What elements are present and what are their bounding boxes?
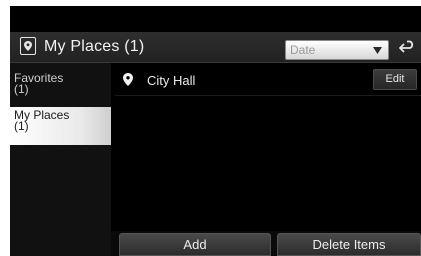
location-pin-icon xyxy=(123,73,133,86)
places-list: City Hall Edit xyxy=(115,63,421,256)
my-places-icon xyxy=(20,37,36,55)
title-bar: My Places (1) Date xyxy=(10,32,421,63)
category-sidebar: Favorites (1) My Places (1) xyxy=(10,63,111,256)
list-item[interactable]: City Hall Edit xyxy=(115,63,421,96)
back-icon[interactable] xyxy=(398,40,416,58)
page-title: My Places (1) xyxy=(44,38,145,55)
navigation-screen: My Places (1) Date Favorites (1) My Plac… xyxy=(10,6,421,256)
place-name: City Hall xyxy=(147,73,196,88)
action-bar: Add Delete Items xyxy=(111,231,421,256)
add-button[interactable]: Add xyxy=(119,233,271,256)
sort-selected-value: Date xyxy=(290,43,316,57)
edit-button[interactable]: Edit xyxy=(373,69,417,90)
chevron-down-icon xyxy=(373,47,382,54)
sort-dropdown[interactable]: Date xyxy=(285,40,389,60)
delete-items-button[interactable]: Delete Items xyxy=(277,233,421,256)
sidebar-item-count: (1) xyxy=(14,82,29,96)
sidebar-item-my-places[interactable]: My Places (1) xyxy=(10,107,111,145)
sidebar-item-favorites[interactable]: Favorites (1) xyxy=(10,70,111,104)
sidebar-item-count: (1) xyxy=(14,119,29,133)
